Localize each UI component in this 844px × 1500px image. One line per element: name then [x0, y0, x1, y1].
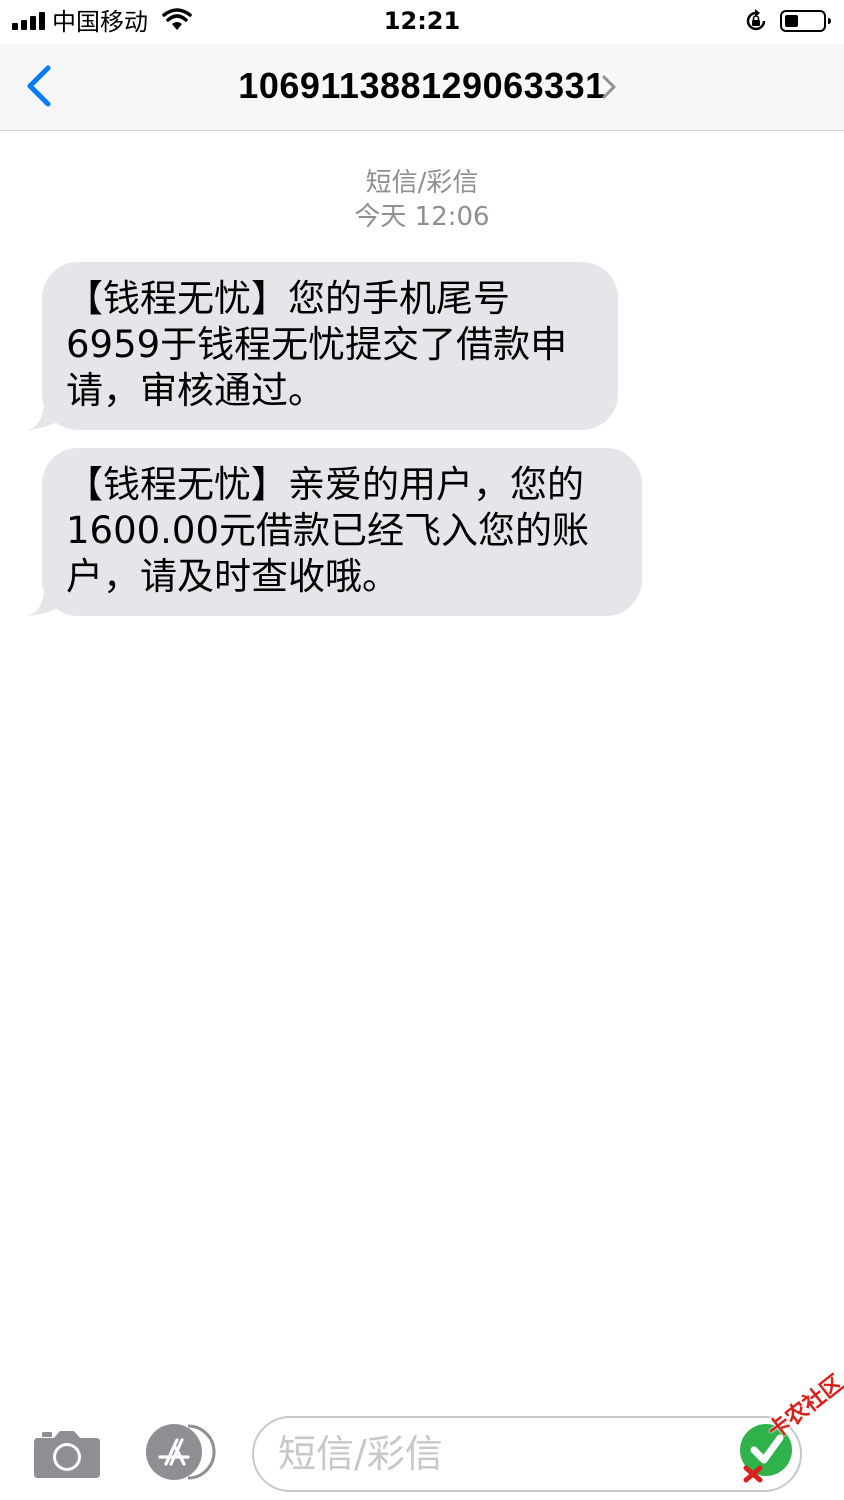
- contact-name[interactable]: 106911388129063331: [0, 64, 844, 108]
- thread-timestamp: 今天 12:06: [354, 202, 490, 232]
- status-bar: 中国移动 12:21: [0, 0, 844, 44]
- camera-icon[interactable]: [34, 1428, 100, 1478]
- thread-type-label: 短信/彩信: [365, 168, 479, 198]
- status-time: 12:21: [383, 7, 461, 35]
- rotation-lock-icon: [746, 9, 766, 31]
- battery-icon: [780, 10, 831, 32]
- message-bubble[interactable]: 【钱程无忧】您的手机尾号6959于钱程无忧提交了借款申请，审核通过。: [42, 262, 618, 430]
- compose-bar: 短信/彩信: [0, 1400, 844, 1500]
- app-store-icon[interactable]: [144, 1424, 216, 1480]
- chevron-right-icon[interactable]: [600, 74, 618, 100]
- conversation-header: 106911388129063331: [0, 44, 844, 131]
- message-bubble[interactable]: 【钱程无忧】亲爱的用户，您的1600.00元借款已经飞入您的账户，请及时查收哦。: [42, 448, 642, 616]
- message-input[interactable]: 短信/彩信: [252, 1416, 802, 1492]
- message-input-placeholder: 短信/彩信: [278, 1432, 443, 1476]
